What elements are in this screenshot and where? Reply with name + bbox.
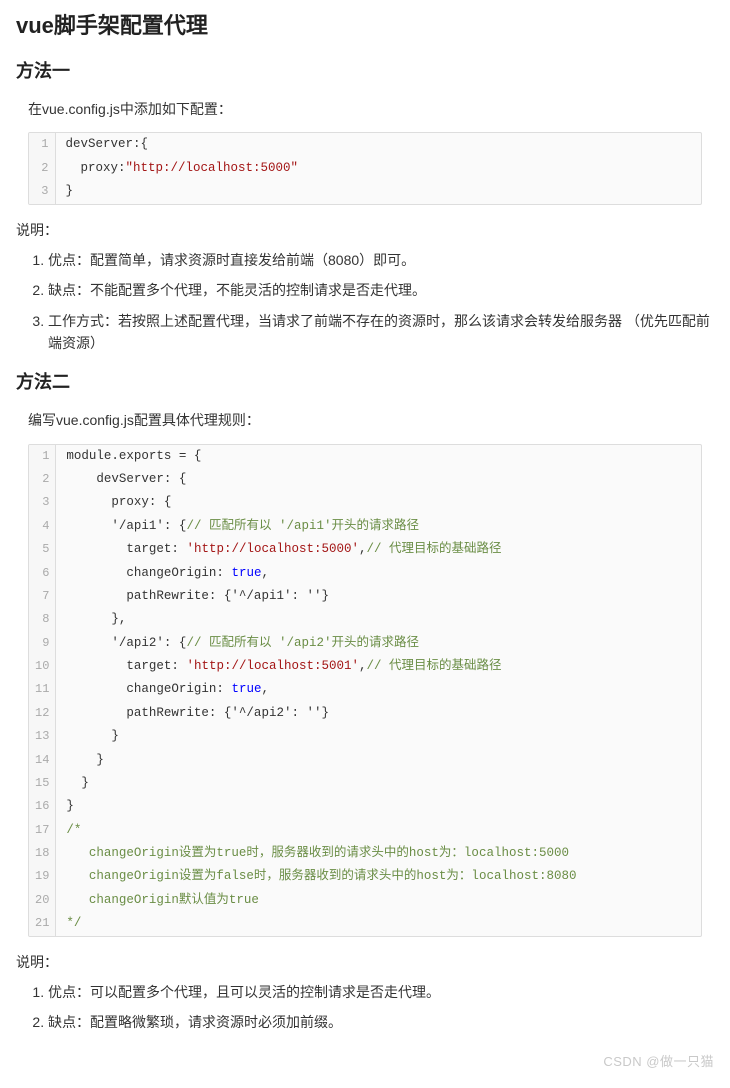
code-line: proxy:"http://localhost:5000": [55, 157, 701, 180]
list-item: 缺点：不能配置多个代理，不能灵活的控制请求是否走代理。: [48, 279, 714, 301]
code-line: */: [56, 912, 701, 935]
line-number: 17: [29, 819, 56, 842]
line-number: 18: [29, 842, 56, 865]
line-number: 7: [29, 585, 56, 608]
code-line: changeOrigin设置为false时，服务器收到的请求头中的host为：l…: [56, 865, 701, 888]
code-line: target: 'http://localhost:5001',// 代理目标的…: [56, 655, 701, 678]
code-line: changeOrigin设置为true时，服务器收到的请求头中的host为：lo…: [56, 842, 701, 865]
code-line: changeOrigin: true,: [56, 562, 701, 585]
line-number: 16: [29, 795, 56, 818]
code-line: target: 'http://localhost:5000',// 代理目标的…: [56, 538, 701, 561]
line-number: 1: [29, 445, 56, 468]
line-number: 3: [29, 491, 56, 514]
code-line: pathRewrite: {'^/api2': ''}: [56, 702, 701, 725]
line-number: 8: [29, 608, 56, 631]
line-number: 9: [29, 632, 56, 655]
line-number: 13: [29, 725, 56, 748]
code-line: }: [56, 749, 701, 772]
list-item: 缺点：配置略微繁琐，请求资源时必须加前缀。: [48, 1011, 714, 1033]
code-line: }: [56, 795, 701, 818]
line-number: 2: [29, 157, 55, 180]
line-number: 4: [29, 515, 56, 538]
line-number: 21: [29, 912, 56, 935]
list-item: 优点：可以配置多个代理，且可以灵活的控制请求是否走代理。: [48, 981, 714, 1003]
code-line: pathRewrite: {'^/api1': ''}: [56, 585, 701, 608]
method1-heading: 方法一: [16, 57, 714, 86]
line-number: 19: [29, 865, 56, 888]
method2-codeblock: 1module.exports = {2 devServer: {3 proxy…: [28, 444, 702, 937]
line-number: 1: [29, 133, 55, 156]
page-title: vue脚手架配置代理: [16, 8, 714, 43]
method1-notes-list: 优点：配置简单，请求资源时直接发给前端（8080）即可。缺点：不能配置多个代理，…: [48, 249, 714, 355]
code-line: module.exports = {: [56, 445, 701, 468]
watermark: CSDN @做一只猫: [16, 1052, 714, 1073]
line-number: 2: [29, 468, 56, 491]
list-item: 优点：配置简单，请求资源时直接发给前端（8080）即可。: [48, 249, 714, 271]
line-number: 5: [29, 538, 56, 561]
code-line: }: [56, 772, 701, 795]
code-line: '/api2': {// 匹配所有以 '/api2'开头的请求路径: [56, 632, 701, 655]
method2-heading: 方法二: [16, 368, 714, 397]
method1-intro: 在vue.config.js中添加如下配置：: [28, 98, 714, 120]
method1-codeblock: 1devServer:{2 proxy:"http://localhost:50…: [28, 132, 702, 204]
line-number: 10: [29, 655, 56, 678]
code-line: },: [56, 608, 701, 631]
line-number: 11: [29, 678, 56, 701]
code-line: }: [56, 725, 701, 748]
list-item: 工作方式：若按照上述配置代理，当请求了前端不存在的资源时，那么该请求会转发给服务…: [48, 310, 714, 355]
code-line: changeOrigin: true,: [56, 678, 701, 701]
code-line: '/api1': {// 匹配所有以 '/api1'开头的请求路径: [56, 515, 701, 538]
line-number: 3: [29, 180, 55, 203]
code-line: devServer:{: [55, 133, 701, 156]
line-number: 20: [29, 889, 56, 912]
code-line: proxy: {: [56, 491, 701, 514]
line-number: 14: [29, 749, 56, 772]
method2-notes-label: 说明：: [16, 951, 714, 973]
line-number: 6: [29, 562, 56, 585]
code-line: devServer: {: [56, 468, 701, 491]
line-number: 12: [29, 702, 56, 725]
line-number: 15: [29, 772, 56, 795]
method1-notes-label: 说明：: [16, 219, 714, 241]
code-line: }: [55, 180, 701, 203]
method2-notes-list: 优点：可以配置多个代理，且可以灵活的控制请求是否走代理。缺点：配置略微繁琐，请求…: [48, 981, 714, 1034]
code-line: changeOrigin默认值为true: [56, 889, 701, 912]
code-line: /*: [56, 819, 701, 842]
method2-intro: 编写vue.config.js配置具体代理规则：: [28, 409, 714, 431]
